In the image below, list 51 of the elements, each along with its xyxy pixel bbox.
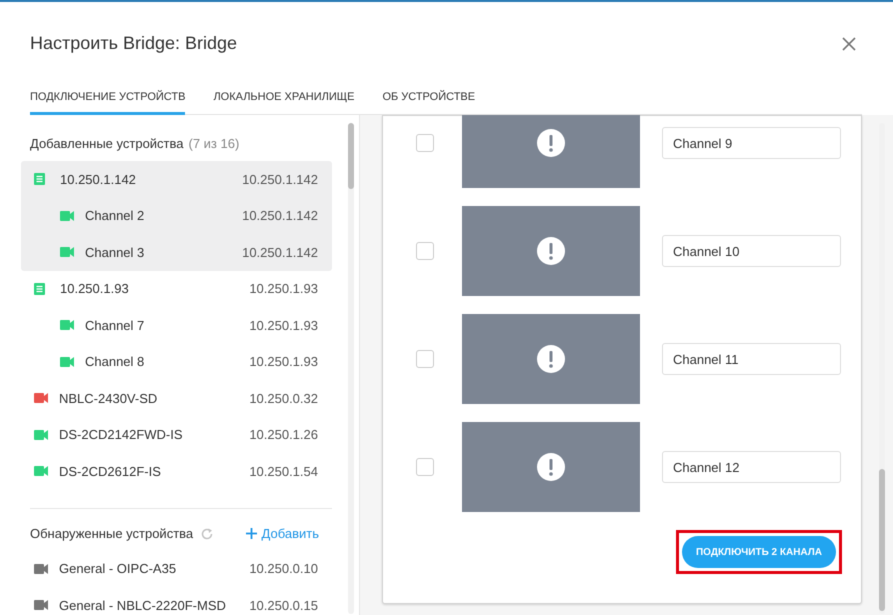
device-group[interactable]: 10.250.1.142 10.250.1.142 Channel 2 10.250.1.142 Channel 3 10.250.1.142 (21, 161, 332, 270)
device-group[interactable]: DS-2CD2142FWD-IS 10.250.1.26 (21, 416, 332, 453)
device-name: NBLC-2430V-SD (59, 390, 158, 408)
ip-address: 10.250.1.142 (242, 244, 318, 262)
checkbox[interactable] (416, 134, 434, 152)
device-name: DS-2CD2612F-IS (59, 462, 162, 480)
device-group[interactable]: NBLC-2430V-SD 10.250.0.32 (21, 380, 332, 416)
refresh-icon[interactable] (200, 526, 214, 540)
channel-name-field[interactable]: Channel 10 (662, 235, 841, 267)
section-heading: Добавленные устройства (30, 135, 184, 154)
device-name: 10.250.1.93 (60, 280, 130, 298)
ip-address: 10.250.1.142 (242, 207, 318, 225)
checkbox[interactable] (416, 350, 434, 368)
device-name: Channel 3 (85, 244, 146, 262)
ip-address: 10.250.0.15 (249, 596, 318, 614)
ip-address: 10.250.0.10 (249, 560, 318, 578)
device-name: Channel 7 (85, 316, 146, 334)
tab[interactable]: ЛОКАЛЬНОЕ ХРАНИЛИЩЕ (213, 80, 354, 115)
channel-name-field[interactable]: Channel 12 (662, 451, 841, 483)
device-name: 10.250.1.142 (60, 170, 137, 188)
ip-address: 10.250.1.93 (249, 280, 318, 298)
plus-icon (246, 528, 257, 539)
ip-address: 10.250.1.142 (242, 170, 318, 188)
channel-name-field[interactable]: Channel 11 (662, 343, 841, 375)
channel-name-field[interactable]: Channel 9 (662, 127, 841, 159)
warning-icon (536, 237, 565, 265)
device-name: General - OIPC-A35 (59, 560, 178, 578)
ip-address: 10.250.1.93 (249, 353, 318, 371)
scrollbar-thumb[interactable] (348, 123, 354, 189)
section-heading: Обнаруженные устройства (30, 524, 194, 543)
tab[interactable]: ОБ УСТРОЙСТВЕ (382, 80, 476, 115)
checkbox[interactable] (416, 242, 434, 260)
warning-icon (536, 453, 565, 481)
ip-address: 10.250.0.32 (249, 390, 318, 408)
device-count: (7 из 16) (188, 135, 240, 154)
device-name: DS-2CD2142FWD-IS (59, 426, 184, 444)
tab[interactable]: ПОДКЛЮЧЕНИЕ УСТРОЙСТВ (30, 80, 186, 115)
ip-address: 10.250.1.26 (249, 426, 318, 444)
device-group[interactable]: 10.250.1.93 10.250.1.93 Channel 7 10.250.1.93 Channel 8 10.250.1.93 (21, 270, 332, 380)
ip-address: 10.250.1.54 (249, 462, 318, 480)
device-group[interactable]: DS-2CD2612F-IS 10.250.1.54 (21, 453, 332, 490)
device-name: General - NBLC-2220F-MSD (59, 596, 227, 614)
scrollbar-thumb[interactable] (879, 469, 885, 611)
ip-address: 10.250.1.93 (249, 316, 318, 334)
device-name: Channel 2 (85, 207, 146, 225)
close-icon[interactable] (841, 36, 857, 52)
dialog-title: Настроить Bridge: Bridge (30, 33, 238, 55)
warning-icon (536, 129, 565, 157)
checkbox[interactable] (416, 458, 434, 476)
device-name: Channel 8 (85, 353, 146, 371)
warning-icon (536, 345, 565, 373)
